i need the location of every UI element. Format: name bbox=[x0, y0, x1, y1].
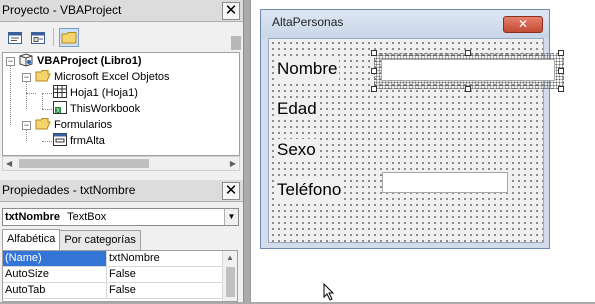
userform-canvas[interactable]: Nombre Edad Sexo Teléfono bbox=[268, 38, 564, 243]
properties-tabs: Alfabética Por categorías bbox=[2, 229, 141, 251]
project-pane-title-bar: Proyecto - VBAProject ✕ bbox=[0, 0, 243, 22]
resize-handle[interactable] bbox=[558, 68, 564, 74]
view-object-icon[interactable] bbox=[28, 28, 48, 47]
toolbar-scroll-arrow[interactable] bbox=[231, 36, 241, 50]
folder-open-icon bbox=[35, 69, 51, 85]
property-name: AutoSize bbox=[3, 267, 107, 282]
properties-pane-title: Propiedades - txtNombre bbox=[2, 183, 136, 197]
properties-grid: (Name) txtNombre AutoSize False AutoTab … bbox=[2, 250, 238, 302]
tree-node-frmalta[interactable]: frmAlta bbox=[53, 133, 105, 149]
userform-icon bbox=[53, 133, 67, 149]
tree-node-thisworkbook[interactable]: X ThisWorkbook bbox=[53, 101, 140, 117]
scroll-right-icon[interactable]: ▶ bbox=[230, 159, 236, 168]
label-edad[interactable]: Edad bbox=[275, 98, 319, 120]
tree-label-hoja1: Hoja1 (Hoja1) bbox=[70, 87, 138, 99]
resize-handle[interactable] bbox=[465, 86, 471, 92]
label-telefono[interactable]: Teléfono bbox=[275, 179, 344, 201]
expand-excel-objects-icon[interactable]: − bbox=[22, 73, 31, 82]
tree-node-vbaproject[interactable]: VBAProject (Libro1) bbox=[18, 53, 142, 69]
scroll-left-icon[interactable]: ◀ bbox=[6, 159, 12, 168]
expand-forms-icon[interactable]: − bbox=[22, 121, 31, 130]
properties-pane-close-button[interactable]: ✕ bbox=[222, 182, 240, 200]
object-selector-dropdown[interactable]: txtNombre TextBox ▼ bbox=[2, 208, 239, 226]
folder-icon[interactable] bbox=[59, 28, 79, 47]
view-code-icon[interactable] bbox=[5, 28, 25, 47]
mouse-cursor-icon bbox=[323, 282, 335, 304]
property-name: AutoTab bbox=[3, 283, 107, 298]
object-selector-type: TextBox bbox=[67, 211, 107, 223]
tree-label-frmalta: frmAlta bbox=[70, 135, 105, 147]
userform-close-button[interactable]: ✕ bbox=[503, 16, 543, 33]
label-nombre[interactable]: Nombre bbox=[275, 58, 340, 80]
label-sexo[interactable]: Sexo bbox=[275, 139, 318, 161]
project-explorer-pane: Proyecto - VBAProject ✕ − VBAProject (Li… bbox=[0, 0, 244, 180]
worksheet-icon bbox=[53, 85, 67, 101]
txtnombre-textbox[interactable] bbox=[381, 59, 555, 81]
property-row[interactable]: (Name) txtNombre bbox=[3, 251, 237, 267]
tree-label-formularios: Formularios bbox=[54, 119, 113, 131]
tree-label-excel-objects: Microsoft Excel Objetos bbox=[54, 71, 170, 83]
expand-root-icon[interactable]: − bbox=[6, 57, 15, 66]
form-designer-area: AltaPersonas ✕ Nombre Edad Sexo Teléfono bbox=[250, 0, 595, 302]
project-tree: − VBAProject (Libro1) − Microsoft Excel … bbox=[2, 52, 240, 156]
toolbar-separator bbox=[53, 28, 54, 46]
property-value[interactable]: False bbox=[107, 283, 237, 298]
resize-handle[interactable] bbox=[558, 86, 564, 92]
project-pane-title: Proyecto - VBAProject bbox=[2, 3, 122, 17]
tree-node-hoja1[interactable]: Hoja1 (Hoja1) bbox=[53, 85, 138, 101]
tree-node-excel-objects[interactable]: Microsoft Excel Objetos bbox=[35, 69, 170, 85]
property-row[interactable]: AutoTab False bbox=[3, 283, 237, 299]
vbaproject-icon bbox=[18, 53, 34, 70]
property-name: (Name) bbox=[3, 251, 107, 266]
scroll-thumb[interactable] bbox=[19, 159, 149, 168]
resize-handle[interactable] bbox=[371, 50, 377, 56]
property-row[interactable]: AutoSize False bbox=[3, 267, 237, 283]
svg-text:X: X bbox=[56, 108, 60, 115]
tab-por-categorias[interactable]: Por categorías bbox=[59, 230, 141, 250]
workbook-icon: X bbox=[53, 101, 67, 117]
project-tree-horizontal-scrollbar[interactable]: ◀ ▶ bbox=[2, 156, 240, 171]
properties-pane: Propiedades - txtNombre ✕ txtNombre Text… bbox=[0, 180, 244, 302]
userform-title: AltaPersonas bbox=[272, 15, 344, 29]
scroll-thumb[interactable] bbox=[226, 267, 235, 297]
properties-pane-title-bar: Propiedades - txtNombre ✕ bbox=[0, 180, 243, 202]
tab-alfabetica[interactable]: Alfabética bbox=[2, 229, 61, 250]
project-pane-close-button[interactable]: ✕ bbox=[222, 2, 240, 20]
object-selector-name: txtNombre bbox=[5, 211, 61, 223]
project-toolbar bbox=[0, 22, 243, 52]
resize-handle[interactable] bbox=[371, 86, 377, 92]
properties-vertical-scrollbar[interactable]: ▲ bbox=[222, 251, 237, 301]
resize-handle[interactable] bbox=[371, 68, 377, 74]
scroll-up-icon[interactable]: ▲ bbox=[226, 253, 234, 262]
property-value[interactable]: False bbox=[107, 267, 237, 282]
tree-label-thisworkbook: ThisWorkbook bbox=[70, 103, 141, 115]
resize-handle[interactable] bbox=[558, 50, 564, 56]
chevron-down-icon[interactable]: ▼ bbox=[224, 209, 238, 225]
txttelefono-textbox[interactable] bbox=[382, 172, 508, 193]
property-value[interactable]: txtNombre bbox=[107, 251, 237, 266]
resize-handle[interactable] bbox=[465, 50, 471, 56]
folder-open-icon bbox=[35, 117, 51, 133]
tree-label-vbaproject: VBAProject (Libro1) bbox=[37, 55, 142, 67]
tree-node-formularios[interactable]: Formularios bbox=[35, 117, 112, 133]
userform-window[interactable]: AltaPersonas ✕ Nombre Edad Sexo Teléfono bbox=[260, 9, 564, 249]
